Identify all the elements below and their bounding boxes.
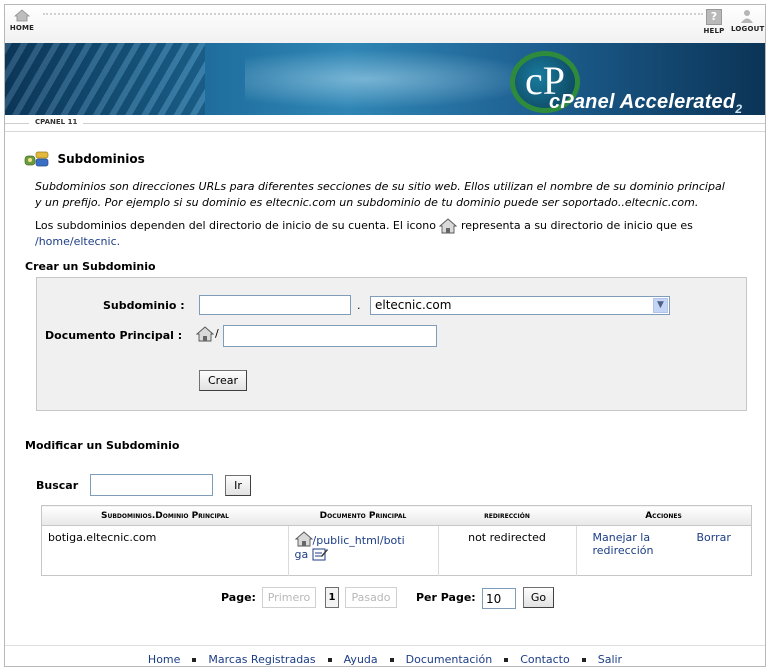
page-header: Subdominios [24,151,145,167]
footer-separator [581,658,586,662]
subdomains-table: Subdominios.Dominio Principal Documento … [41,505,752,576]
cell-actions: Manejar la redirección Borrar [576,526,752,576]
user-logout-icon [741,10,753,23]
footer: Home Marcas Registradas Ayuda Documentación… [5,645,765,666]
cpanel-window: HOME ? HELP LOGOUT cP cPanel Accelerated… [4,4,766,667]
page-title: Subdominios [57,152,145,166]
version-tag: CPANEL 11 [29,118,84,126]
cell-subdomain: botiga.eltecnic.com [41,525,289,576]
last-page-button[interactable]: Pasado [345,587,397,608]
create-subdomain-form: Subdominio : . eltecnic.com ▼ Documento … [36,277,747,411]
home-directory-icon [196,326,214,342]
cpanel-logo-text: cPanel Accelerated2 [549,91,743,115]
intro-text: Subdominios son direcciones URLs para di… [35,180,725,209]
footer-link-logout[interactable]: Salir [598,653,622,666]
docroot-link[interactable]: /public_html/boti [313,534,405,547]
banner-cables-image [5,43,205,115]
per-page-go-button[interactable]: Go [523,587,554,608]
logout-nav-button[interactable]: LOGOUT [731,9,765,33]
home-path: /home/eltecnic. [35,235,121,248]
per-page-input[interactable] [482,588,516,609]
search-go-button[interactable]: Ir [225,475,251,496]
chevron-down-icon: ▼ [653,298,668,313]
per-page-label: Per Page: [416,591,476,604]
footer-separator [504,658,509,662]
first-page-button[interactable]: Primero [262,587,316,608]
docroot-label: Documento Principal : [45,329,183,342]
home-directory-icon [439,218,458,234]
home-nav-button[interactable]: HOME [9,9,35,32]
subdomain-label: Subdominio : [103,299,185,312]
create-section-title: Crear un Subdominio [25,260,156,273]
footer-link-contact[interactable]: Contacto [520,653,570,666]
subdomain-input[interactable] [199,295,351,315]
modify-section-title: Modificar un Subdominio [25,439,180,452]
edit-icon[interactable] [312,547,328,561]
search-label: Buscar [36,479,79,492]
table-header-row: Subdominios.Dominio Principal Documento … [41,505,752,526]
cell-docroot: /public_html/boti ga [288,525,439,576]
version-strip: CPANEL 11 [5,115,765,132]
manage-redirect-link[interactable]: Manejar la redirección [593,531,677,557]
banner-world-map [245,49,545,109]
create-button[interactable]: Crear [199,370,247,391]
home-icon [14,9,30,22]
logout-nav-label: LOGOUT [731,25,765,33]
home-dir-text: Los subdominios dependen del directorio … [35,218,755,250]
footer-separator [389,658,394,662]
top-bar-divider [43,13,703,15]
search-input[interactable] [90,474,213,496]
footer-separator [192,658,197,662]
delete-link[interactable]: Borrar [697,531,731,544]
footer-link-help[interactable]: Ayuda [344,653,378,666]
current-page-button[interactable]: 1 [325,587,339,608]
docroot-input[interactable] [223,325,437,347]
cell-redirect: not redirected [438,525,577,576]
cpanel-banner: cP cPanel Accelerated2 [5,43,765,115]
footer-link-documentation[interactable]: Documentación [406,653,493,666]
subdomains-icon [24,151,49,167]
footer-link-trademarks[interactable]: Marcas Registradas [208,653,315,666]
subdomain-dot: . [357,299,361,312]
docroot-link-wrap[interactable]: ga [295,548,309,561]
column-header-docroot[interactable]: Documento Principal [288,505,438,526]
domain-select[interactable]: eltecnic.com ▼ [370,296,670,315]
help-nav-label: HELP [703,27,725,35]
help-icon: ? [706,9,722,25]
column-header-redirect[interactable]: redirección [438,505,576,526]
table-row: botiga.eltecnic.com /public_html/boti ga [41,525,752,576]
domain-select-value: eltecnic.com [375,298,452,312]
page-label: Page: [221,591,256,604]
column-header-subdomain[interactable]: Subdominios.Dominio Principal [41,505,288,526]
home-directory-icon [294,531,313,547]
home-nav-label: HOME [9,24,35,32]
top-bar: HOME ? HELP LOGOUT [5,5,765,43]
column-header-actions: Acciones [576,505,752,526]
help-nav-button[interactable]: ? HELP [703,9,725,35]
footer-link-home[interactable]: Home [148,653,180,666]
footer-links: Home Marcas Registradas Ayuda Documentación… [5,653,765,666]
footer-separator [327,658,332,662]
docroot-slash: / [215,327,219,340]
